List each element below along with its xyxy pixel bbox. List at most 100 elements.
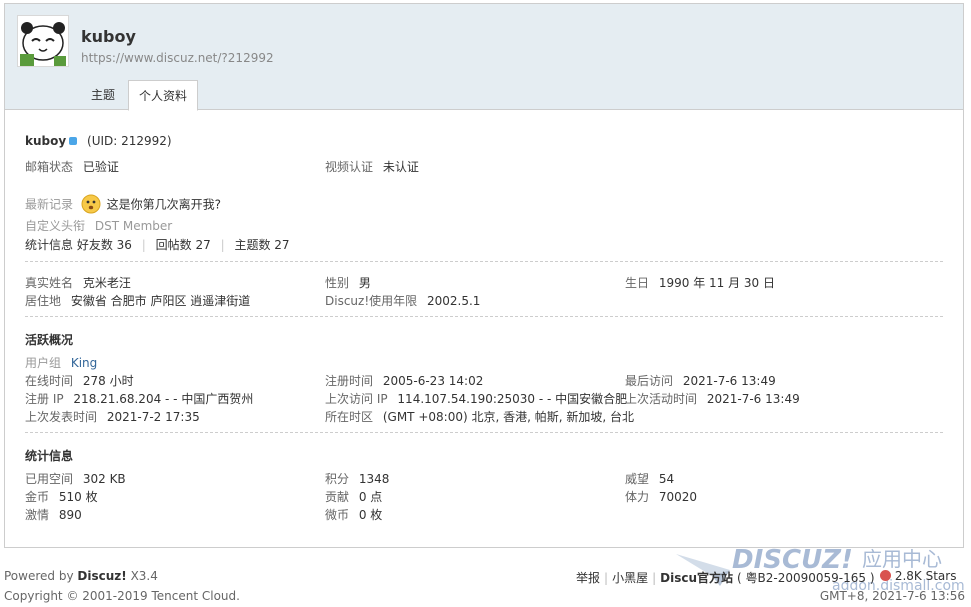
birthday-value: 1990 年 11 月 30 日 [658,276,775,290]
reg-time-value: 2005-6-23 14:02 [382,374,484,388]
residence-label: 居住地 [25,294,62,308]
years-label: Discuz!使用年限 [325,294,418,308]
panda-avatar-icon [18,16,68,66]
profile-url[interactable]: https://www.discuz.net/?212992 [81,51,274,65]
last-ip-label: 上次访问 IP [325,392,388,406]
username: kuboy [25,134,67,148]
realname-label: 真实姓名 [25,276,74,290]
video-auth-value: 未认证 [382,160,419,174]
email-status-row: 邮箱状态 已验证 [25,158,119,175]
microcoin-value: 0 枚 [358,508,383,522]
money-row: 金币 510 枚 [25,488,98,505]
residence-value: 安徽省 合肥市 庐阳区 逍遥津街道 [70,294,251,308]
stamina-row: 体力 70020 [625,488,697,505]
space-label: 已用空间 [25,472,74,486]
space-value: 302 KB [82,472,126,486]
residence-row: 居住地 安徽省 合肥市 庐阳区 逍遥津街道 [25,292,250,309]
contrib-label: 贡献 [325,490,350,504]
emoji-face-icon [81,194,101,214]
activity-heading: 活跃概况 [25,333,74,347]
official-prefix: Discu [660,571,697,585]
online-time-value: 278 小时 [82,374,134,388]
passion-value: 890 [58,508,82,522]
realname-row: 真实姓名 克米老汪 [25,274,131,291]
github-stars[interactable]: 2.8K Stars [880,569,956,583]
timezone-row: 所在时区 (GMT +08:00) 北京, 香港, 帕斯, 新加坡, 台北 [325,408,634,425]
reg-time-label: 注册时间 [325,374,374,388]
birthday-row: 生日 1990 年 11 月 30 日 [625,274,775,291]
video-auth-row: 视频认证 未认证 [325,158,419,175]
header-username: kuboy [81,27,136,46]
server-time: GMT+8, 2021-7-6 13:56 [819,589,965,603]
gitee-icon [880,570,891,581]
friends-count[interactable]: 好友数 36 [77,238,132,252]
footer-links: 举报 | 小黑屋 | Discu官方站( 粤B2-20090059-165 ) [576,569,875,586]
timezone-label: 所在时区 [325,410,374,424]
replies-count[interactable]: 回帖数 27 [156,238,211,252]
last-active-row: 上次活动时间 2021-7-6 13:49 [625,390,800,407]
username-line: kuboy (UID: 212992) [25,134,172,148]
contrib-value: 0 点 [358,490,383,504]
gender-label: 性别 [325,276,350,290]
gender-value: 男 [358,276,371,290]
official-site-link[interactable]: 官方站 [697,571,733,585]
section-divider [25,432,943,433]
passion-label: 激情 [25,508,50,522]
last-visit-label: 最后访问 [625,374,674,388]
space-row: 已用空间 302 KB [25,470,126,487]
threads-count[interactable]: 主题数 27 [234,238,289,252]
powered-brand-link[interactable]: Discuz! [77,569,126,583]
passion-row: 激情 890 [25,506,82,523]
online-time-row: 在线时间 278 小时 [25,372,134,389]
last-post-label: 上次发表时间 [25,410,98,424]
points-label: 积分 [325,472,350,486]
divider: | [604,571,609,585]
divider: | [141,238,146,252]
contrib-row: 贡献 0 点 [325,488,382,505]
powered-prefix: Powered by [4,569,74,583]
profile-header: kuboy https://www.discuz.net/?212992 主题 … [5,4,963,111]
powered-by: Powered by Discuz! X3.4 [4,569,158,583]
stars-count: 2.8K Stars [894,569,957,583]
recent-record-value: 这是你第几次离开我? [106,197,222,212]
stats-summary-label: 统计信息 [25,238,74,252]
icp-link[interactable]: ( 粤B2-20090059-165 ) [737,571,875,585]
usergroup-row: 用户组 King [25,354,97,371]
last-visit-value: 2021-7-6 13:49 [682,374,776,388]
microcoin-row: 微币 0 枚 [325,506,382,523]
online-status-icon [69,136,78,145]
last-ip-value: 114.107.54.190:25030 - - 中国安徽合肥 [397,392,628,406]
section-divider [25,316,943,317]
prestige-label: 威望 [625,472,650,486]
usergroup-link[interactable]: King [71,356,97,370]
last-ip-row: 上次访问 IP 114.107.54.190:25030 - - 中国安徽合肥 [325,390,627,407]
money-value: 510 枚 [58,490,98,504]
prestige-value: 54 [658,472,675,486]
copyright: Copyright © 2001-2019 Tencent Cloud. [4,589,240,603]
custom-title-value: DST Member [94,219,173,233]
last-post-value: 2021-7-2 17:35 [106,410,200,424]
watermark-app: 应用中心 [862,547,942,571]
stats-summary-row: 统计信息 好友数 36 | 回帖数 27 | 主题数 27 [25,236,290,253]
tab-threads[interactable]: 主题 [81,80,125,110]
blackroom-link[interactable]: 小黑屋 [612,571,648,585]
custom-title-row: 自定义头衔 DST Member [25,217,172,234]
years-value: 2002.5.1 [426,294,481,308]
years-row: Discuz!使用年限 2002.5.1 [325,292,480,309]
money-label: 金币 [25,490,50,504]
tab-profile[interactable]: 个人资料 [128,80,199,111]
prestige-row: 威望 54 [625,470,674,487]
avatar[interactable] [17,15,69,67]
reg-ip-row: 注册 IP 218.21.68.204 - - 中国广西贺州 [25,390,253,407]
last-visit-row: 最后访问 2021-7-6 13:49 [625,372,776,389]
powered-version: X3.4 [130,569,158,583]
recent-record-row: 最新记录 这是你第几次离开我? [25,194,222,215]
custom-title-label: 自定义头衔 [25,219,86,233]
uid: (UID: 212992) [87,134,172,148]
section-divider [25,261,943,262]
realname-value: 克米老汪 [82,276,131,290]
report-link[interactable]: 举报 [576,571,600,585]
online-time-label: 在线时间 [25,374,74,388]
email-status-label: 邮箱状态 [25,160,74,174]
points-row: 积分 1348 [325,470,389,487]
